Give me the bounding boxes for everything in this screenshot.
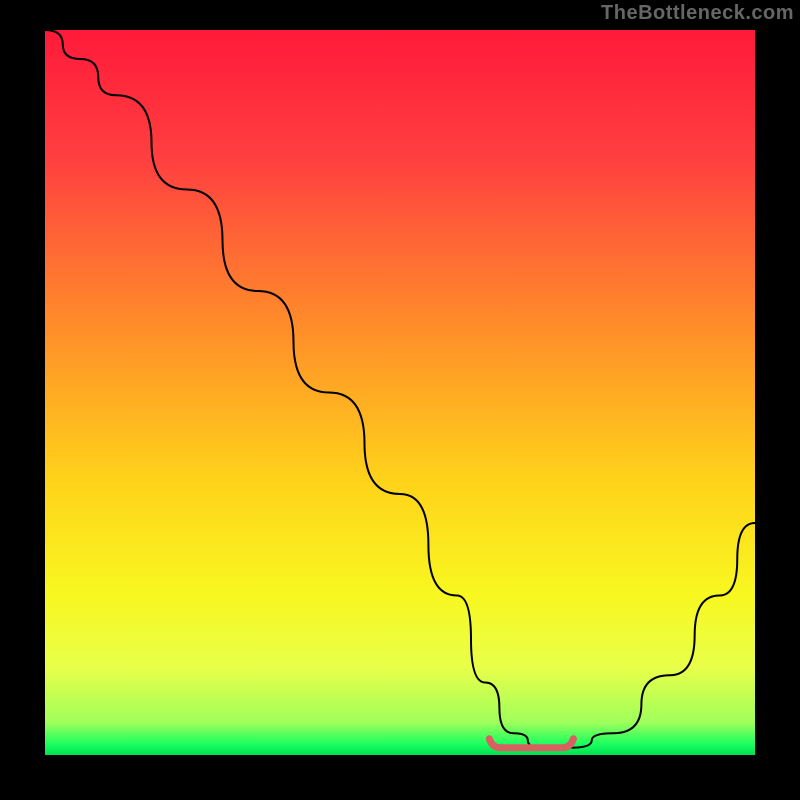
chart-container: TheBottleneck.com	[0, 0, 800, 800]
plot-area	[45, 30, 755, 755]
watermark-text: TheBottleneck.com	[601, 2, 794, 25]
chart-svg	[45, 30, 755, 755]
